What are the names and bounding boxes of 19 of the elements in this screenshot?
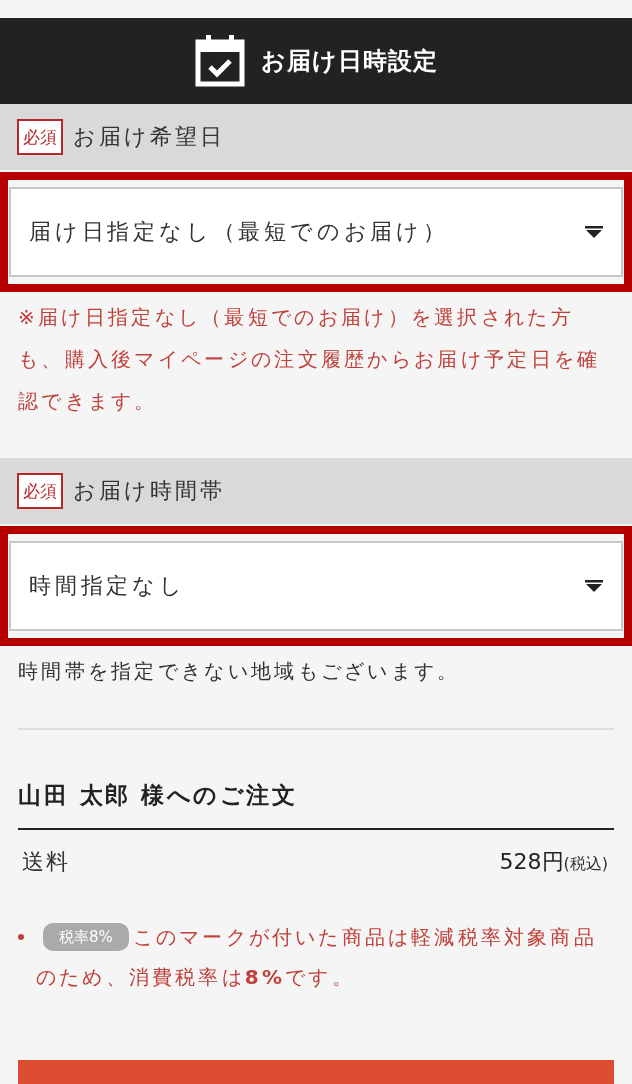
tax-note: 税率8% このマークが付いた商品は軽減税率対象商品のため、消費税率は8%です。	[36, 922, 598, 991]
tax-rate-badge: 税率8%	[43, 923, 129, 951]
caret-icon	[585, 226, 603, 238]
section-title: お届け日時設定	[260, 46, 438, 76]
required-badge: 必須	[17, 119, 63, 155]
field-note: ※届け日指定なし（最短でのお届け）を選択された方も、購入後マイページの注文履歴からお届け予定日を確認できます。	[17, 304, 602, 415]
shipping-price: 528円(税込)	[499, 848, 608, 876]
order-heading: 山田 太郎 様へのご注文	[18, 781, 298, 810]
dropdown-select[interactable]: 時間指定なし	[9, 541, 623, 631]
action-button[interactable]	[18, 1060, 614, 1084]
field-label: お届け希望日	[73, 123, 225, 151]
bullet-icon	[18, 934, 24, 940]
shipping-label: 送料	[22, 848, 70, 876]
calendar-check-icon	[194, 35, 245, 87]
field-label: お届け時間帯	[73, 477, 225, 505]
caret-icon	[585, 580, 603, 592]
required-badge: 必須	[17, 473, 63, 509]
field-note: 時間帯を指定できない地域もございます。	[17, 658, 462, 685]
dropdown-select[interactable]: 届け日指定なし（最短でのお届け）	[9, 187, 623, 277]
